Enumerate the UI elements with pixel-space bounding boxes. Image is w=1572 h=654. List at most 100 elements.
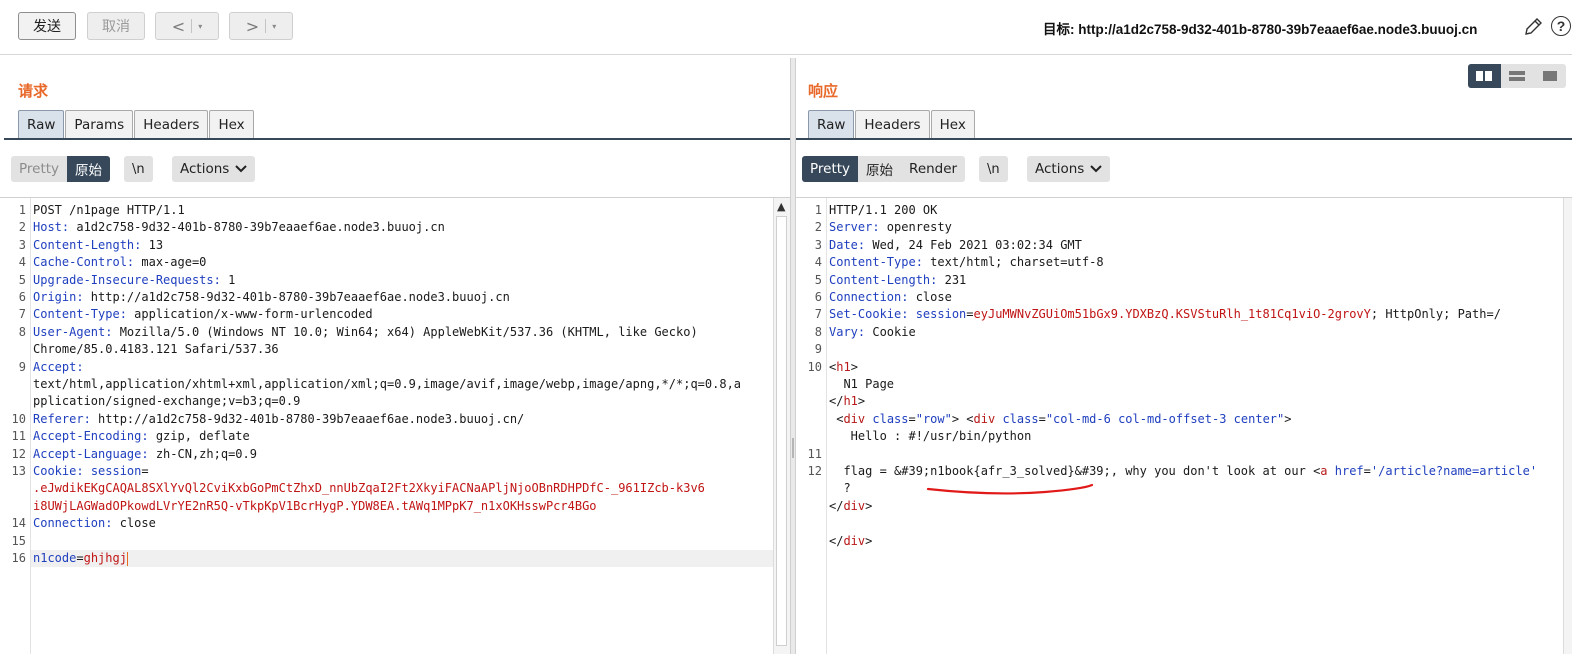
response-code-line: HTTP/1.1 200 OK — [829, 202, 937, 219]
request-cookie-value: .eJwdikEKgCAQAL8SXlYvQl2CviKxbGoPmCtZhxD… — [33, 481, 705, 496]
request-code-line: pplication/signed-exchange;v=b3;q=0.9 — [33, 393, 300, 410]
forward-button[interactable]: > ▾ — [229, 12, 293, 40]
request-code-line: text/html,application/xhtml+xml,applicat… — [33, 376, 741, 393]
response-tag-name: div — [843, 498, 866, 513]
response-view-pretty[interactable]: Pretty — [802, 156, 859, 182]
response-view-render[interactable]: Render — [901, 156, 965, 182]
back-separator — [191, 19, 193, 33]
request-header-value: max-age=0 — [134, 255, 207, 270]
request-line-number: 7 — [18, 307, 26, 322]
back-button[interactable]: < ▾ — [155, 12, 219, 40]
back-dropdown-icon[interactable]: ▾ — [198, 22, 202, 31]
layout-stacked[interactable] — [1501, 64, 1534, 88]
response-bracket: </ — [829, 533, 844, 548]
request-text: POST /n1page HTTP/1.1 — [33, 203, 185, 217]
request-line-number: 14 — [11, 516, 26, 531]
response-code-line: <h1> — [829, 359, 858, 376]
request-code-line: Referer: http://a1d2c758-9d32-401b-8780-… — [33, 411, 524, 428]
pencil-icon[interactable] — [1522, 16, 1544, 38]
request-code-line: i8UWjLAGWadOPkowdLVrYE2nR5Q-vTkpKpV1BcrH… — [33, 498, 597, 515]
response-tag-name: div — [843, 411, 866, 426]
request-header-value: http://a1d2c758-9d32-401b-8780-39b7eaaef… — [90, 411, 525, 426]
response-bracket: > — [857, 394, 866, 409]
request-line-number: 8 — [18, 324, 26, 339]
response-tab-headers[interactable]: Headers — [855, 110, 930, 138]
request-title: 请求 — [18, 82, 49, 100]
response-tab-headers-label: Headers — [864, 116, 921, 133]
request-scrollbar[interactable]: ▲ — [773, 198, 790, 654]
response-header-name: Vary: — [829, 324, 866, 339]
request-actions-label: Actions — [180, 161, 230, 177]
response-line-number: 1 — [814, 203, 822, 217]
layout-side-by-side[interactable] — [1468, 64, 1501, 88]
columns-icon — [1476, 71, 1493, 81]
response-newline-label: \n — [987, 161, 1000, 177]
request-header-name: Cookie: — [33, 464, 84, 478]
request-scroll-thumb[interactable] — [776, 216, 787, 646]
request-code-line: Accept: — [33, 359, 84, 376]
request-tab-hex-label: Hex — [218, 116, 245, 133]
response-flag-text: flag = &#39;n1book{afr_3_solved}&#39;, w… — [829, 464, 1314, 478]
help-icon[interactable]: ? — [1551, 16, 1571, 36]
response-tab-hex[interactable]: Hex — [930, 110, 975, 138]
red-underline-annotation — [926, 483, 1094, 495]
scroll-up-icon[interactable]: ▲ — [777, 200, 785, 213]
layout-toggle — [1468, 64, 1566, 88]
request-code-line: Origin: http://a1d2c758-9d32-401b-8780-3… — [33, 289, 510, 306]
response-cookie-attrs: ; HttpOnly; Path=/ — [1370, 307, 1501, 322]
request-tab-hex[interactable]: Hex — [209, 110, 254, 138]
response-newline-toggle[interactable]: \n — [979, 156, 1008, 182]
request-equals: = — [141, 464, 149, 478]
response-tag-name: div — [843, 533, 866, 548]
request-view-raw[interactable]: 原始 — [67, 156, 111, 182]
cancel-button[interactable]: 取消 — [87, 12, 145, 40]
request-code-line: Accept-Language: zh-CN,zh;q=0.9 — [33, 446, 257, 463]
response-tab-raw-label: Raw — [817, 116, 846, 133]
request-header-name: User-Agent: — [33, 324, 113, 339]
request-tab-headers[interactable]: Headers — [134, 110, 209, 138]
request-newline-toggle[interactable]: \n — [124, 156, 153, 182]
response-attr-value: "row" — [915, 411, 952, 426]
response-header-value: close — [908, 290, 952, 304]
layout-single[interactable] — [1533, 64, 1566, 88]
request-code-line: n1code=ghjhgj — [33, 550, 128, 567]
response-code-line: <div class="row"> <div class="col-md-6 c… — [829, 411, 1291, 428]
request-view-mode: Pretty 原始 — [11, 156, 111, 182]
response-scrollbar[interactable] — [1563, 198, 1572, 654]
request-line-number: 6 — [18, 290, 26, 304]
request-header-value: 13 — [141, 237, 164, 252]
response-bracket: < — [829, 411, 844, 426]
request-tab-raw[interactable]: Raw — [18, 110, 65, 138]
request-text: Chrome/85.0.4183.121 Safari/537.36 — [33, 342, 279, 357]
response-header-name: Server: — [829, 220, 880, 235]
request-code-line: POST /n1page HTTP/1.1 — [33, 202, 185, 219]
send-button[interactable]: 发送 — [18, 12, 76, 40]
response-bracket: </ — [829, 394, 844, 409]
response-line-number: 3 — [814, 237, 822, 252]
response-code-line: Content-Type: text/html; charset=utf-8 — [829, 254, 1104, 271]
response-bracket: > — [865, 498, 873, 513]
response-tab-raw[interactable]: Raw — [808, 110, 855, 138]
request-header-name: Accept-Language: — [33, 446, 149, 461]
request-actions-dropdown[interactable]: Actions — [172, 156, 256, 182]
response-view-raw[interactable]: 原始 — [858, 156, 901, 182]
request-view-pretty[interactable]: Pretty — [11, 156, 67, 182]
response-tag-name: div — [973, 411, 996, 426]
divider-grip[interactable] — [792, 438, 794, 458]
response-tag-name: h1 — [836, 359, 851, 374]
response-actions-dropdown[interactable]: Actions — [1027, 156, 1111, 182]
request-line-number: 1 — [18, 203, 26, 217]
request-space — [84, 464, 91, 478]
response-equals: = — [908, 411, 916, 426]
request-line-number: 15 — [11, 533, 26, 548]
response-header-value: text/html; charset=utf-8 — [922, 255, 1104, 270]
request-param-name: n1code — [33, 551, 77, 565]
forward-dropdown-icon[interactable]: ▾ — [272, 22, 276, 31]
response-header-value: Wed, 24 Feb 2021 03:02:34 GMT — [865, 237, 1082, 252]
response-code-line: Content-Length: 231 — [829, 272, 966, 289]
request-tab-params[interactable]: Params — [65, 110, 134, 138]
response-editor[interactable]: 1 HTTP/1.1 200 OK 2 Server: openresty 3 Date:… — [796, 197, 1572, 654]
request-code-line: Accept-Encoding: gzip, deflate — [33, 428, 250, 445]
request-editor[interactable]: 1 POST /n1page HTTP/1.1 2 Host: a1d2c758-9d… — [0, 197, 790, 654]
response-line-number: 12 — [807, 464, 822, 478]
